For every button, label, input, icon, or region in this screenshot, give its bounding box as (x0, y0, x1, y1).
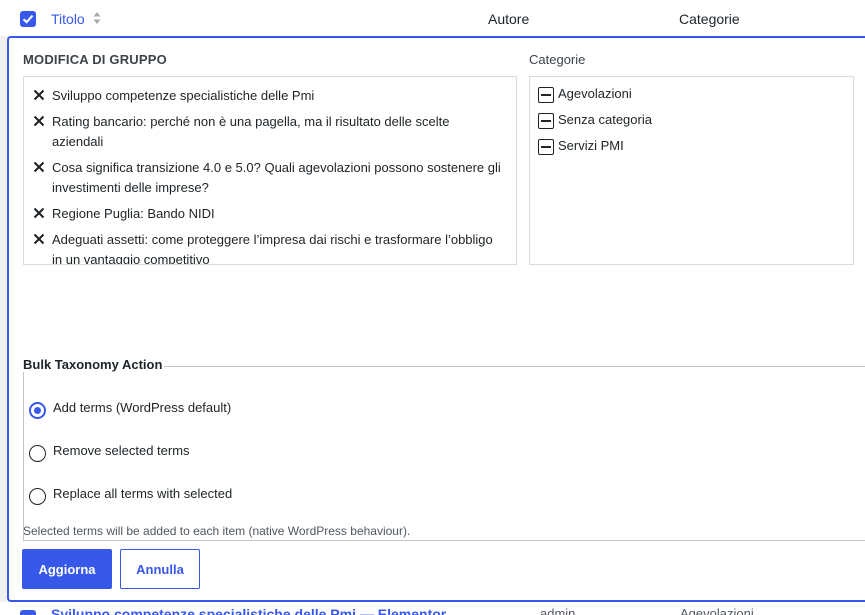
post-title: Regione Puglia: Bando NIDI (52, 206, 215, 221)
checkmark-icon (22, 14, 34, 24)
category-label: Senza categoria (558, 112, 652, 127)
row-title-link[interactable]: Sviluppo competenze specialistiche delle… (51, 606, 446, 615)
update-button[interactable]: Aggiorna (22, 549, 112, 589)
table-header-row: Titolo Autore Categorie (0, 0, 865, 36)
row-categories: Agevolazioni (680, 606, 754, 615)
post-title: Rating bancario: perché non è una pagell… (52, 114, 450, 149)
selected-posts-list[interactable]: Sviluppo competenze specialistiche delle… (23, 76, 517, 265)
taxonomy-action-legend: Bulk Taxonomy Action (23, 357, 165, 372)
indeterminate-checkbox[interactable] (538, 139, 554, 155)
radio-button[interactable] (29, 402, 46, 419)
remove-post-icon[interactable] (33, 161, 45, 173)
indeterminate-checkbox[interactable] (538, 87, 554, 103)
radio-button[interactable] (29, 445, 46, 462)
category-label: Servizi PMI (558, 138, 624, 153)
remove-post-icon[interactable] (33, 89, 45, 101)
column-author: Autore (488, 11, 530, 27)
bulk-edit-heading: MODIFICA DI GRUPPO (23, 52, 167, 67)
row-author: admin (540, 606, 576, 615)
post-title: Sviluppo competenze specialistiche delle… (52, 88, 315, 103)
radio-button[interactable] (29, 488, 46, 505)
categories-checklist: Agevolazioni Senza categoria Servizi PMI (529, 76, 854, 265)
select-all-checkbox[interactable] (20, 11, 36, 27)
categories-label: Categorie (529, 52, 586, 67)
column-categories: Categorie (679, 11, 740, 27)
remove-post-icon[interactable] (33, 233, 45, 245)
post-title: Adeguati assetti: come proteggere l’impr… (52, 232, 493, 265)
sort-arrows-icon[interactable] (92, 10, 102, 26)
remove-post-icon[interactable] (33, 115, 45, 127)
radio-label[interactable]: Replace all terms with selected (53, 486, 232, 501)
bulk-edit-panel: MODIFICA DI GRUPPO Sviluppo competenze s… (7, 36, 865, 602)
post-title: Cosa significa transizione 4.0 e 5.0? Qu… (52, 160, 501, 195)
column-title-sort-link[interactable]: Titolo (51, 11, 85, 27)
taxonomy-help-text: Selected terms will be added to each ite… (23, 524, 411, 538)
radio-label[interactable]: Remove selected terms (53, 443, 190, 458)
cancel-button[interactable]: Annulla (120, 549, 200, 589)
remove-post-icon[interactable] (33, 207, 45, 219)
row-checkbox[interactable] (20, 610, 36, 615)
category-label: Agevolazioni (558, 86, 632, 101)
indeterminate-checkbox[interactable] (538, 113, 554, 129)
table-row[interactable]: Sviluppo competenze specialistiche delle… (0, 602, 865, 615)
radio-label[interactable]: Add terms (WordPress default) (53, 400, 231, 415)
